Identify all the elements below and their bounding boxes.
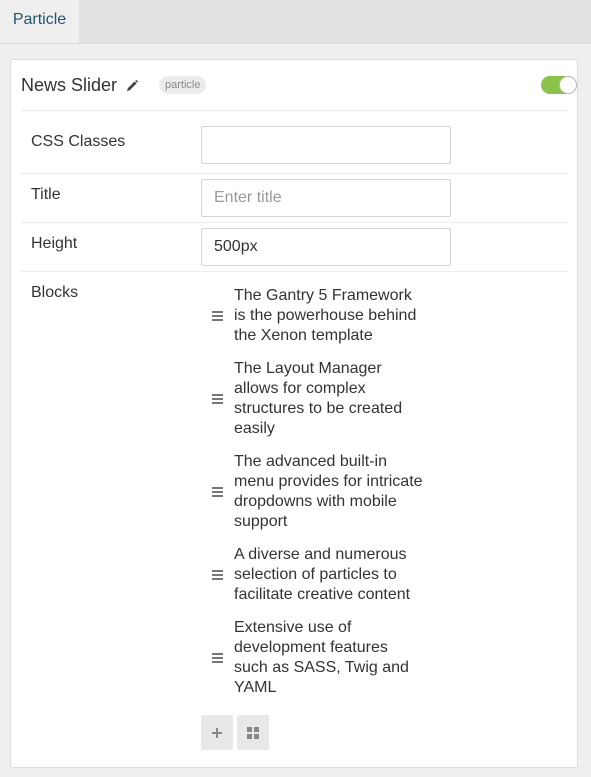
enabled-toggle[interactable]	[541, 76, 577, 94]
tab-particle[interactable]: Particle	[0, 0, 79, 43]
height-row: Height	[21, 222, 568, 272]
block-item[interactable]: The Layout Manager allows for complex st…	[212, 359, 432, 439]
blocks-row: Blocks The Gantry 5 Framework is the pow…	[21, 271, 568, 761]
height-input[interactable]	[201, 228, 451, 266]
css-classes-label: CSS Classes	[31, 133, 126, 150]
drag-handle-icon[interactable]	[212, 394, 224, 404]
title-row: Title	[21, 173, 568, 223]
particle-card: News Slider particle CSS Classes Title H…	[10, 59, 578, 768]
block-item[interactable]: The Gantry 5 Framework is the powerhouse…	[212, 286, 432, 346]
drag-handle-icon[interactable]	[212, 311, 224, 321]
toggle-knob[interactable]	[559, 76, 577, 94]
drag-handle-icon[interactable]	[212, 653, 224, 663]
card-header: News Slider particle	[21, 60, 577, 111]
block-item[interactable]: The advanced built-in menu provides for …	[212, 452, 432, 532]
drag-handle-icon[interactable]	[212, 487, 224, 497]
tab-bar: Particle	[0, 0, 591, 44]
card-title: News Slider	[21, 75, 118, 95]
title-input[interactable]	[201, 179, 451, 217]
plus-icon	[212, 728, 222, 739]
blocks-label: Blocks	[31, 284, 79, 301]
block-item[interactable]: Extensive use of development features su…	[212, 618, 432, 698]
title-label: Title	[31, 186, 61, 203]
block-item[interactable]: A diverse and numerous selection of part…	[212, 545, 432, 605]
block-text: Extensive use of development features su…	[234, 619, 409, 696]
type-badge: particle	[159, 76, 207, 94]
css-classes-row: CSS Classes	[21, 120, 568, 174]
css-classes-input[interactable]	[201, 126, 451, 164]
block-text: The Gantry 5 Framework is the powerhouse…	[234, 287, 417, 344]
block-text: The Layout Manager allows for complex st…	[234, 360, 403, 437]
block-text: A diverse and numerous selection of part…	[234, 546, 411, 603]
drag-handle-icon[interactable]	[212, 570, 224, 580]
add-block-button[interactable]	[201, 715, 233, 750]
pencil-icon[interactable]	[125, 79, 139, 93]
height-label: Height	[31, 235, 78, 252]
bulk-edit-button[interactable]	[237, 715, 269, 750]
grid-icon	[247, 727, 259, 740]
block-text: The advanced built-in menu provides for …	[234, 453, 423, 530]
